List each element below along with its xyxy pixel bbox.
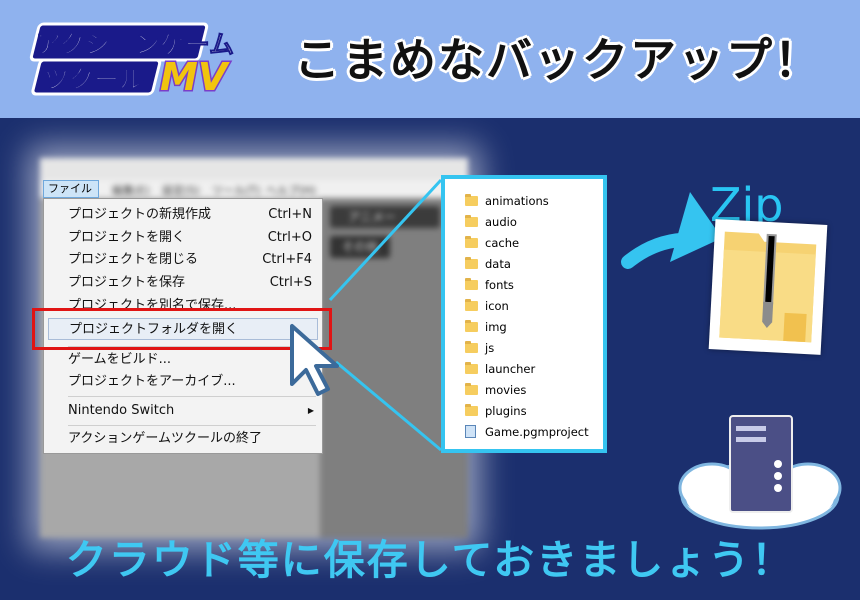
folder-icon <box>465 404 478 416</box>
folder-name: animations <box>485 194 549 208</box>
menu-item-open-project[interactable]: プロジェクトを開く Ctrl+O <box>44 227 322 249</box>
menu-item-shortcut: Ctrl+F4 <box>262 252 312 267</box>
menu-item-new-project[interactable]: プロジェクトの新規作成 Ctrl+N <box>44 204 322 226</box>
folder-icon <box>465 341 478 353</box>
menu-item-shortcut: Ctrl+N <box>268 207 312 222</box>
menu-tools[interactable]: ツール(T) <box>212 182 260 198</box>
folder-icon <box>465 257 478 269</box>
menu-help[interactable]: ヘルプ(H) <box>266 182 316 198</box>
other-button[interactable]: その他 <box>330 236 390 258</box>
logo-mv: MV <box>160 55 230 98</box>
folder-name: img <box>485 320 507 334</box>
folder-name: data <box>485 257 511 271</box>
folder-icon <box>465 299 478 311</box>
menu-item-archive-project[interactable]: プロジェクトをアーカイブ... <box>44 371 322 393</box>
folder-name: audio <box>485 215 517 229</box>
explorer-panel: animations audio cache data fonts icon i… <box>441 175 607 453</box>
folder-icon <box>465 383 478 395</box>
header-banner: アクションゲーム ツクール MV こまめなバックアップ！ <box>0 0 860 118</box>
folder-icon <box>465 278 478 290</box>
menu-item-build-game[interactable]: ゲームをビルド... <box>44 349 322 371</box>
animation-button[interactable]: アニメー <box>330 206 440 228</box>
menu-item-label: プロジェクトを開く <box>68 230 186 245</box>
folder-icon <box>465 320 478 332</box>
folder-name: launcher <box>485 362 536 376</box>
menu-item-label: プロジェクトを閉じる <box>68 252 199 267</box>
zip-folder-icon <box>719 231 817 343</box>
logo: アクションゲーム ツクール MV <box>29 22 235 98</box>
folder-name: movies <box>485 383 527 397</box>
app-titlebar <box>40 158 468 180</box>
folder-icon <box>465 236 478 248</box>
highlight-box <box>32 308 332 350</box>
menu-item-save-project[interactable]: プロジェクトを保存 Ctrl+S <box>44 272 322 294</box>
folder-icon <box>465 215 478 227</box>
menu-separator <box>68 396 316 397</box>
menu-file[interactable]: ファイル(F) <box>43 180 99 211</box>
menu-item-shortcut: Ctrl+S <box>269 275 312 290</box>
folder-name: icon <box>485 299 509 313</box>
zip-archive-card <box>708 219 828 355</box>
server-icon <box>729 415 793 513</box>
headline: こまめなバックアップ！ <box>294 33 822 87</box>
project-file-icon <box>465 425 476 438</box>
menu-item-label: ゲームをビルド... <box>68 352 172 367</box>
menu-edit[interactable]: 編集(E) <box>112 182 150 198</box>
menu-item-label: Nintendo Switch <box>68 403 175 418</box>
folder-icon <box>465 362 478 374</box>
submenu-arrow-icon: ▶ <box>307 406 314 415</box>
cloud-server-illustration <box>678 415 842 530</box>
folder-name: js <box>485 341 495 355</box>
folder-name: fonts <box>485 278 514 292</box>
menu-item-shortcut: Ctrl+O <box>267 230 312 245</box>
menu-separator <box>68 425 316 426</box>
menu-item-nintendo-switch[interactable]: Nintendo Switch ▶ <box>44 400 322 422</box>
menu-item-exit[interactable]: アクションゲームツクールの終了 <box>44 428 322 450</box>
menu-item-close-project[interactable]: プロジェクトを閉じる Ctrl+F4 <box>44 249 322 271</box>
folder-name: plugins <box>485 404 527 418</box>
footer-message: クラウド等に保存しておきましょう！ <box>65 536 795 584</box>
logo-line2: ツクール <box>44 65 144 94</box>
folder-name: cache <box>485 236 520 250</box>
folder-icon <box>465 194 478 206</box>
file-name: Game.pgmproject <box>485 425 589 439</box>
menu-item-label: プロジェクトをアーカイブ... <box>68 374 236 389</box>
menu-item-label: プロジェクトの新規作成 <box>68 207 212 222</box>
menu-item-label: プロジェクトを保存 <box>68 275 186 290</box>
menu-item-label: アクションゲームツクールの終了 <box>68 431 262 446</box>
menu-settings[interactable]: 設定(S) <box>162 182 200 198</box>
